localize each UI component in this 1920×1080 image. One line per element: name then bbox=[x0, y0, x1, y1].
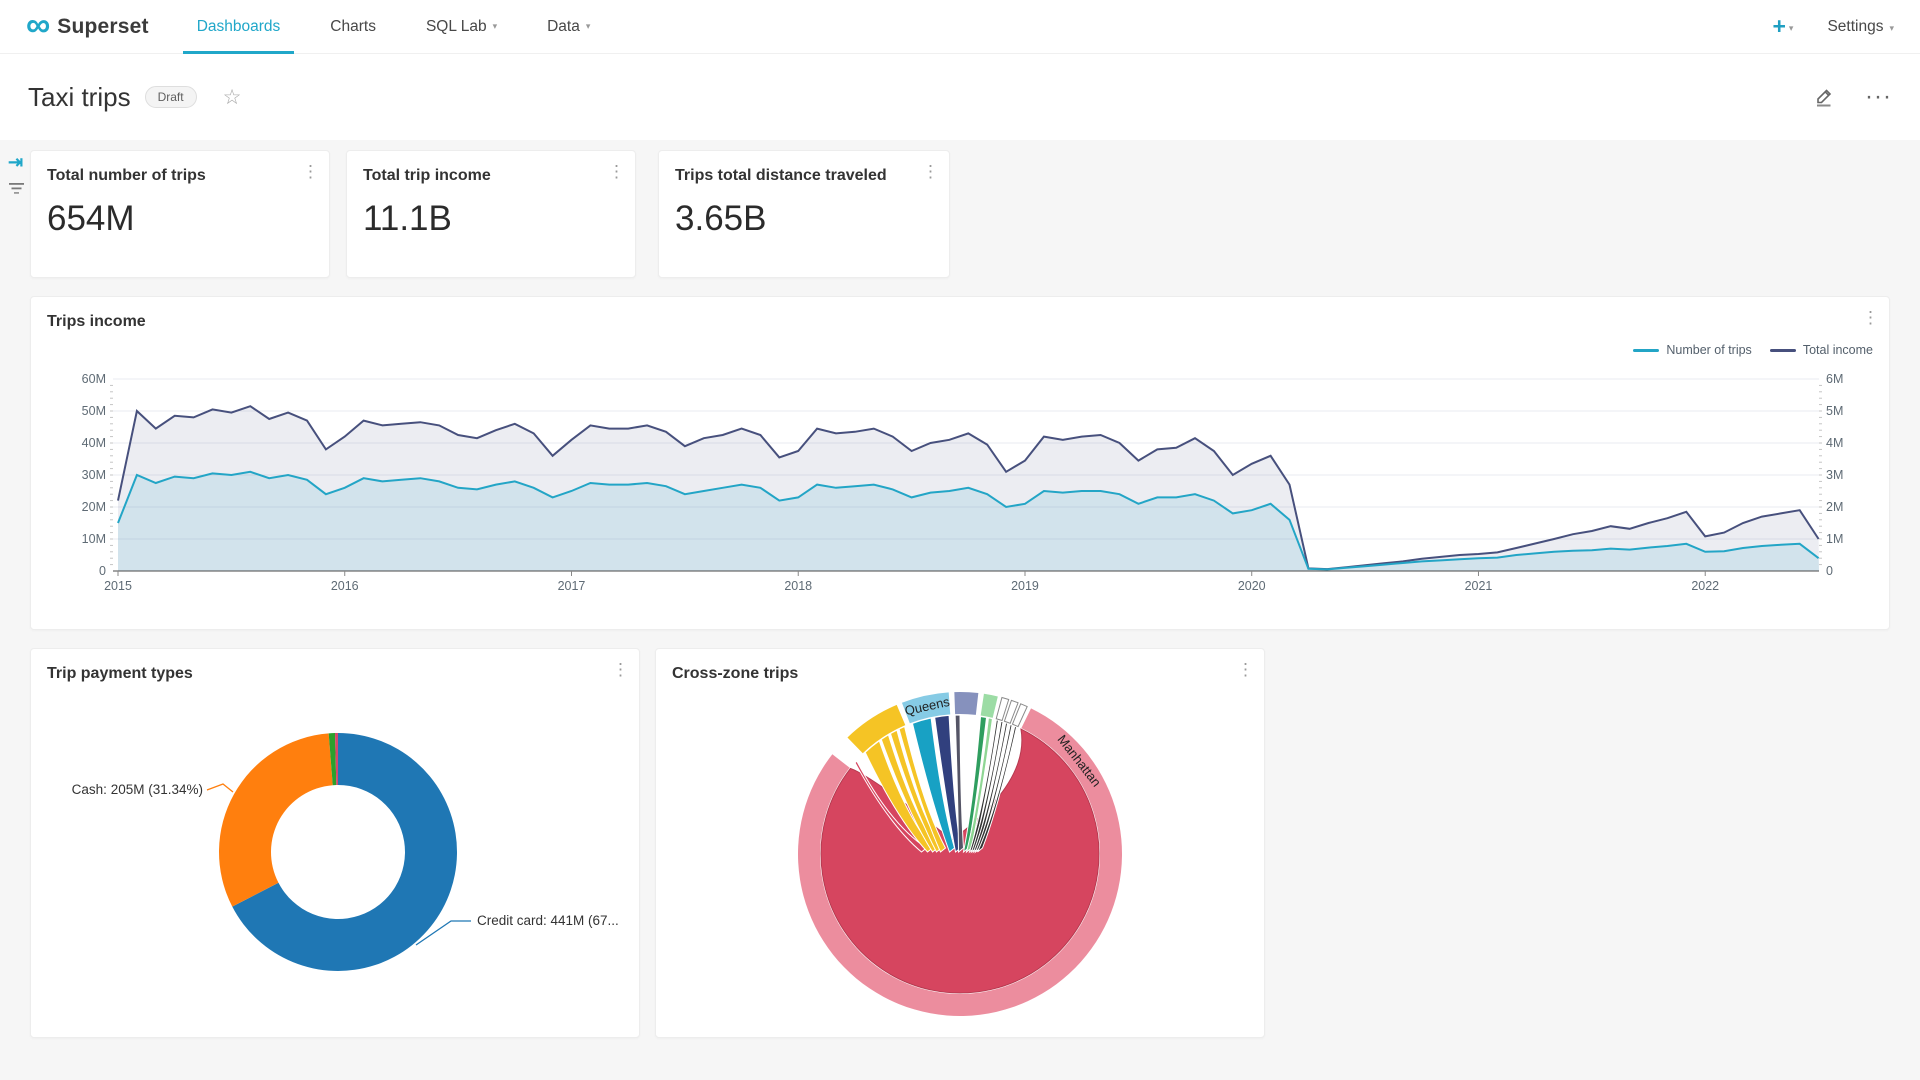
svg-text:1M: 1M bbox=[1826, 532, 1843, 546]
payment-types-donut-chart: Cash: 205M (31.34%) Credit card: 441M (67… bbox=[31, 649, 639, 1037]
plus-icon: + bbox=[1772, 13, 1785, 39]
svg-text:6M: 6M bbox=[1826, 372, 1843, 386]
svg-text:2021: 2021 bbox=[1465, 579, 1493, 593]
svg-text:5M: 5M bbox=[1826, 404, 1843, 418]
svg-text:40M: 40M bbox=[82, 436, 106, 450]
chevron-down-icon: ▾ bbox=[1789, 23, 1794, 33]
kebab-menu-icon[interactable]: ⋮ bbox=[1862, 309, 1879, 326]
svg-text:50M: 50M bbox=[82, 404, 106, 418]
kebab-menu-icon[interactable]: ⋮ bbox=[608, 163, 625, 180]
svg-text:2022: 2022 bbox=[1691, 579, 1719, 593]
kpi-value: 3.65B bbox=[675, 199, 766, 239]
more-options-icon[interactable]: ··· bbox=[1865, 83, 1892, 111]
kpi-title: Trips total distance traveled bbox=[675, 167, 887, 185]
kebab-menu-icon[interactable]: ⋮ bbox=[302, 163, 319, 180]
brand-name: Superset bbox=[57, 15, 148, 39]
kpi-value: 654M bbox=[47, 199, 135, 239]
trips-income-chart: 2015 2016 2017 2018 2019 2020 2021 2022 0 10M 20M 3… bbox=[31, 343, 1889, 629]
svg-text:3M: 3M bbox=[1826, 468, 1843, 482]
kebab-menu-icon[interactable]: ⋮ bbox=[922, 163, 939, 180]
status-badge: Draft bbox=[145, 86, 197, 108]
settings-menu[interactable]: Settings▾ bbox=[1827, 18, 1894, 36]
filter-icon[interactable] bbox=[8, 182, 26, 201]
dashboard-header: Taxi trips Draft ☆ ··· bbox=[0, 54, 1920, 140]
svg-text:0: 0 bbox=[99, 564, 106, 578]
svg-text:60M: 60M bbox=[82, 372, 106, 386]
trips-income-chart-card: Trips income ⋮ Number of trips Total inc… bbox=[30, 296, 1890, 630]
edit-pencil-icon[interactable] bbox=[1813, 86, 1835, 108]
svg-text:2019: 2019 bbox=[1011, 579, 1039, 593]
trip-payment-types-card: Trip payment types ⋮ Cash: 205M (31.34%)… bbox=[30, 648, 640, 1038]
svg-text:20M: 20M bbox=[82, 500, 106, 514]
kpi-card-total-distance: Trips total distance traveled ⋮ 3.65B bbox=[658, 150, 950, 278]
chart-title: Trips income bbox=[47, 313, 146, 331]
cross-zone-trips-card: Cross-zone trips ⋮ QueensManhattan bbox=[655, 648, 1265, 1038]
page-title: Taxi trips bbox=[28, 82, 131, 113]
svg-text:2018: 2018 bbox=[784, 579, 812, 593]
kpi-card-total-trips: Total number of trips ⋮ 654M bbox=[30, 150, 330, 278]
svg-text:2016: 2016 bbox=[331, 579, 359, 593]
nav-item-dashboards[interactable]: Dashboards bbox=[191, 0, 287, 54]
kpi-title: Total trip income bbox=[363, 167, 491, 185]
cross-zone-chord-diagram: QueensManhattan bbox=[656, 649, 1264, 1037]
svg-text:30M: 30M bbox=[82, 468, 106, 482]
svg-text:Credit card: 441M (67...: Credit card: 441M (67... bbox=[477, 913, 619, 928]
chevron-down-icon: ▾ bbox=[1889, 23, 1894, 33]
superset-logo[interactable]: ∞ Superset bbox=[26, 12, 149, 42]
svg-text:Cash: 205M (31.34%): Cash: 205M (31.34%) bbox=[72, 782, 203, 797]
nav-item-charts[interactable]: Charts bbox=[324, 0, 382, 54]
svg-text:10M: 10M bbox=[82, 532, 106, 546]
svg-text:2M: 2M bbox=[1826, 500, 1843, 514]
svg-text:2020: 2020 bbox=[1238, 579, 1266, 593]
favorite-star-icon[interactable]: ☆ bbox=[223, 85, 242, 110]
svg-text:0: 0 bbox=[1826, 564, 1833, 578]
svg-text:2015: 2015 bbox=[104, 579, 132, 593]
superset-infinity-icon: ∞ bbox=[26, 8, 50, 42]
nav-menu: Dashboards Charts SQL Lab▾ Data▾ bbox=[191, 0, 635, 54]
nav-item-data[interactable]: Data▾ bbox=[541, 0, 596, 54]
kpi-card-trip-income: Total trip income ⋮ 11.1B bbox=[346, 150, 636, 278]
svg-text:4M: 4M bbox=[1826, 436, 1843, 450]
kpi-title: Total number of trips bbox=[47, 167, 206, 185]
kpi-value: 11.1B bbox=[363, 199, 452, 239]
chevron-down-icon: ▾ bbox=[493, 21, 498, 32]
new-item-button[interactable]: +▾ bbox=[1772, 15, 1793, 38]
svg-text:2017: 2017 bbox=[558, 579, 586, 593]
expand-filter-bar-icon[interactable]: ⇥ bbox=[8, 152, 23, 173]
nav-item-sql-lab[interactable]: SQL Lab▾ bbox=[420, 0, 503, 54]
chevron-down-icon: ▾ bbox=[586, 21, 591, 32]
top-nav: ∞ Superset Dashboards Charts SQL Lab▾ Da… bbox=[0, 0, 1920, 54]
